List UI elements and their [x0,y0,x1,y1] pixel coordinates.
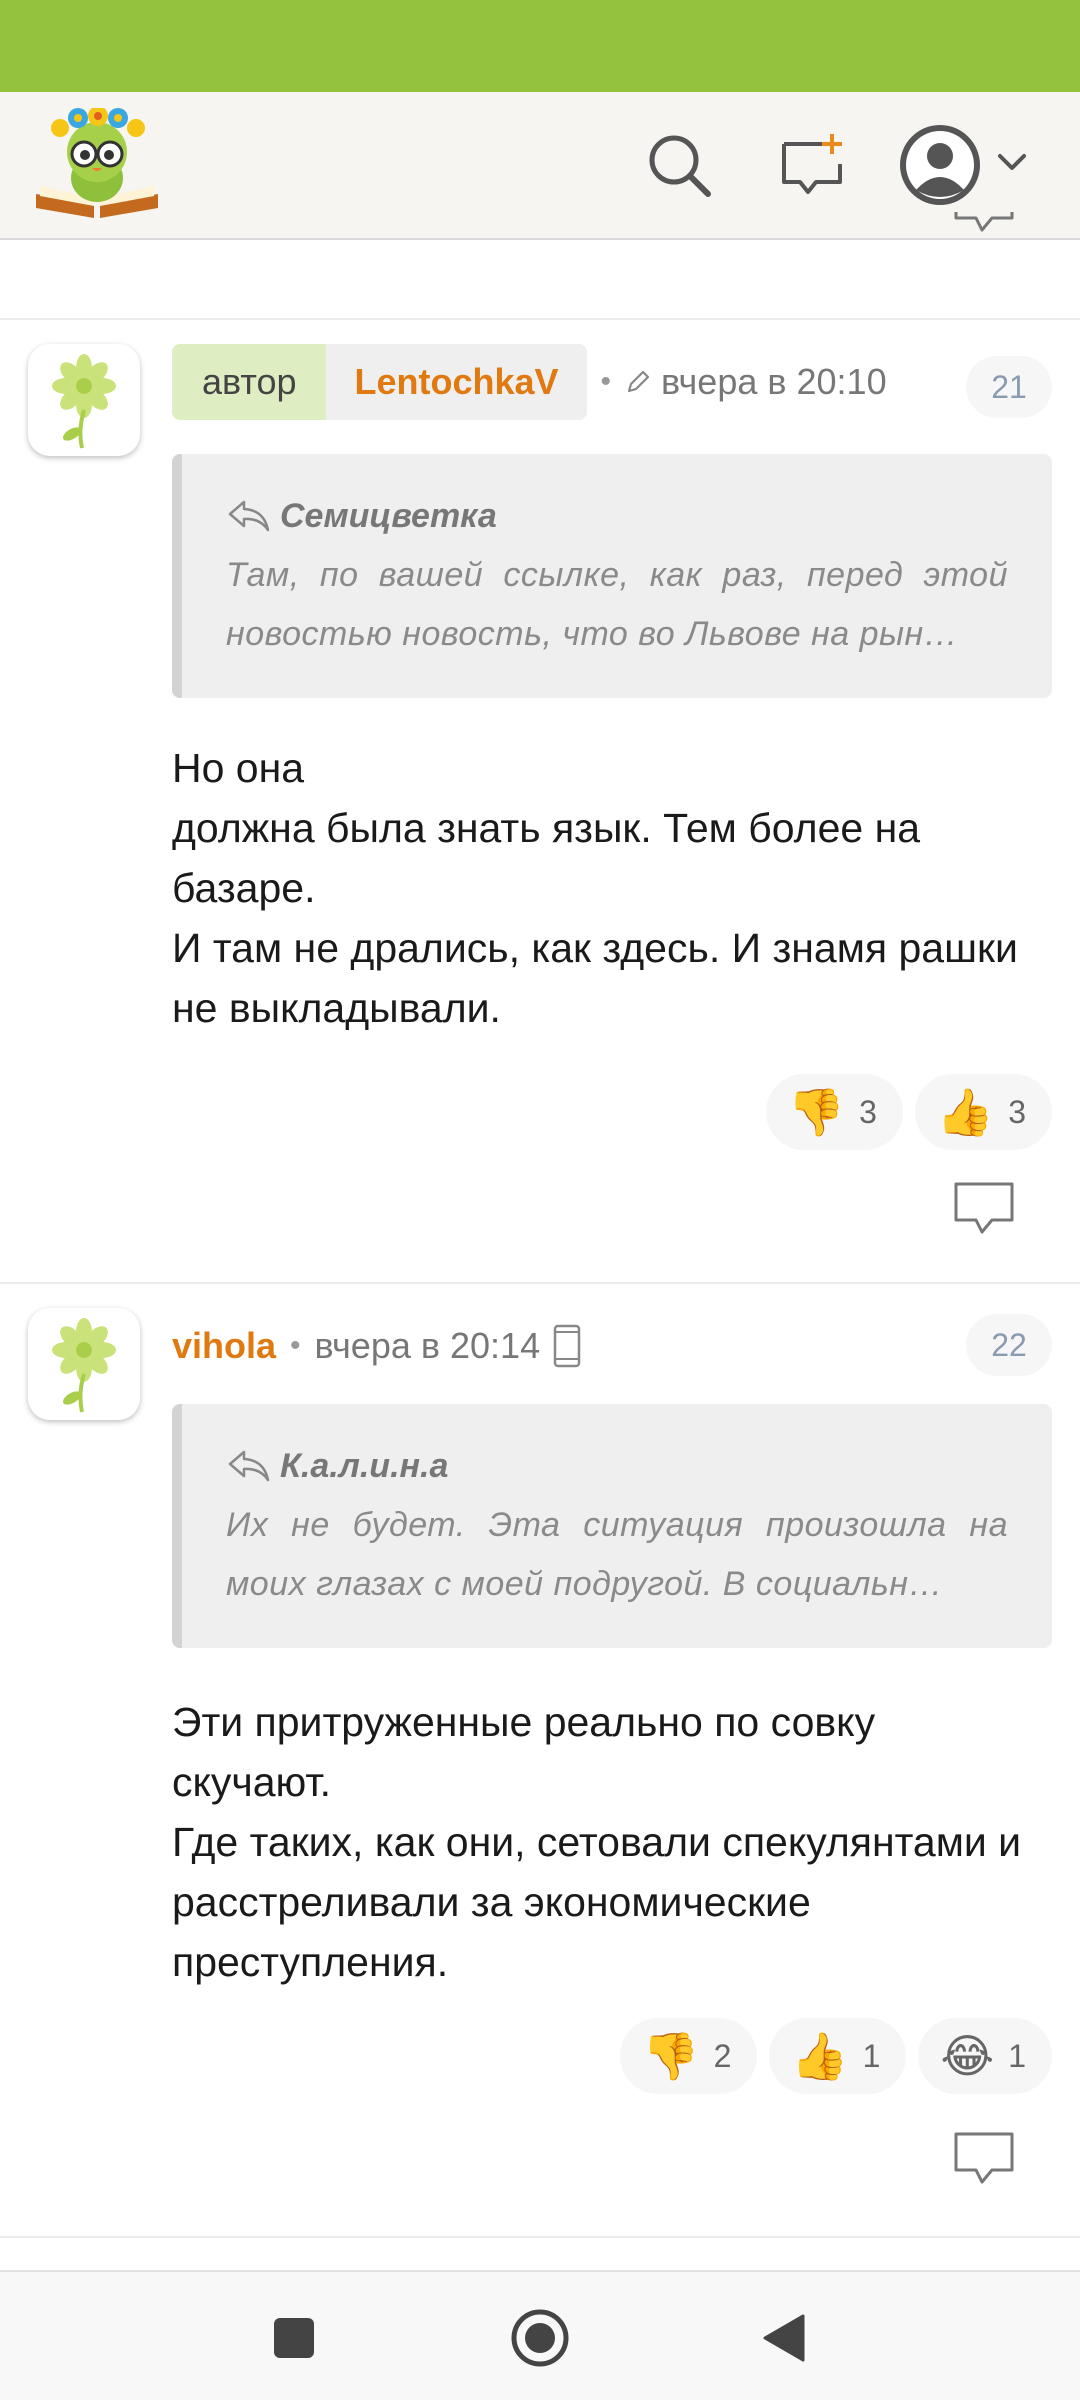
edited-pencil-icon [627,370,650,393]
separator: • [290,1329,301,1362]
author-tag[interactable]: автор LentochkaV [172,344,587,420]
quote-block[interactable]: К.а.л.и.н.а Их не будет. Эта ситуация пр… [172,1404,1052,1648]
username[interactable]: vihola [172,1325,276,1367]
mobile-device-icon [553,1324,581,1368]
reply-arrow-icon [228,1450,270,1482]
home-button[interactable] [502,2300,578,2376]
system-nav-bar [0,2270,1080,2400]
comment-meta: vihola • вчера в 20:14 [172,1324,582,1368]
quote-text: Их не будет. Эта ситуация произошла на м… [226,1506,1008,1603]
reply-arrow-icon [228,500,270,532]
reply-icon [954,2132,1014,2184]
quote-block[interactable]: Семицветка Там, по вашей ссылке, как раз… [172,454,1052,698]
quote-author-row: Семицветка [226,492,1008,540]
user-avatar-icon [900,125,1026,205]
reading-owl-logo-icon [36,106,158,218]
username[interactable]: LentochkaV [326,344,587,420]
avatar[interactable] [28,344,140,456]
quote-author-row: К.а.л.и.н.а [226,1442,1008,1490]
search-button[interactable] [636,122,722,208]
author-label: автор [172,344,327,420]
reaction-laughing[interactable]: 😂 1 [918,2018,1052,2094]
back-button[interactable] [746,2300,822,2376]
thumbs-down-icon: 👎 [642,2030,700,2082]
reaction-count: 3 [859,1093,877,1130]
account-menu-button[interactable] [896,118,1046,212]
reactions-row: 👎 3 👍 3 [765,1074,1052,1150]
reply-button[interactable] [952,2130,1016,2186]
search-icon [649,135,711,197]
thumbs-up-icon: 👍 [936,1086,995,1138]
site-logo[interactable] [32,106,162,222]
thumbs-up-icon: 👍 [791,2030,849,2082]
quote-author: Семицветка [280,496,497,535]
comment-text: Но она должна была знать язык. Тем более… [172,745,1018,1031]
status-bar [0,0,1080,92]
thumbs-down-icon: 👎 [787,1086,846,1138]
comment-time[interactable]: вчера в 20:10 [661,361,887,403]
triangle-back-icon [763,2314,805,2362]
reaction-count: 1 [1008,2037,1026,2074]
reaction-count: 1 [862,2037,881,2074]
reply-button[interactable] [952,1180,1016,1236]
reaction-thumbs-up[interactable]: 👍 1 [769,2018,907,2094]
reaction-thumbs-down[interactable]: 👎 3 [765,1074,903,1150]
square-recents-icon [274,2318,314,2358]
reaction-count: 3 [1008,1093,1026,1130]
comment-divider [0,318,1080,320]
comment-divider [0,2236,1080,2238]
separator: • [600,365,612,398]
flower-avatar-icon [52,354,116,449]
reaction-count: 2 [713,2037,732,2074]
new-message-button[interactable] [770,122,856,208]
comment-number[interactable]: 21 [966,356,1052,418]
laughing-icon: 😂 [940,2030,995,2082]
app-header [0,92,1080,240]
comment-meta: автор LentochkaV • вчера в 20:10 [172,344,887,420]
circle-home-icon [511,2309,569,2367]
comment-text: Эти притруженные реально по совку скучаю… [172,1699,1022,1985]
comment-time[interactable]: вчера в 20:14 [315,1325,541,1367]
quote-text: Там, по вашей ссылке, как раз, перед это… [226,556,1008,653]
reaction-thumbs-up[interactable]: 👍 3 [914,1074,1052,1150]
reply-icon[interactable] [952,212,1016,264]
recents-button[interactable] [256,2300,332,2376]
reactions-row: 👎 2 👍 1 😂 1 [620,2018,1052,2094]
reaction-thumbs-down[interactable]: 👎 2 [620,2018,758,2094]
comment-number[interactable]: 22 [966,1314,1052,1376]
reply-icon [954,1182,1014,1234]
comment-divider [0,1282,1080,1284]
flower-avatar-icon [52,1318,116,1413]
new-message-icon [782,134,842,194]
quote-author: К.а.л.и.н.а [280,1446,449,1485]
avatar[interactable] [28,1308,140,1420]
